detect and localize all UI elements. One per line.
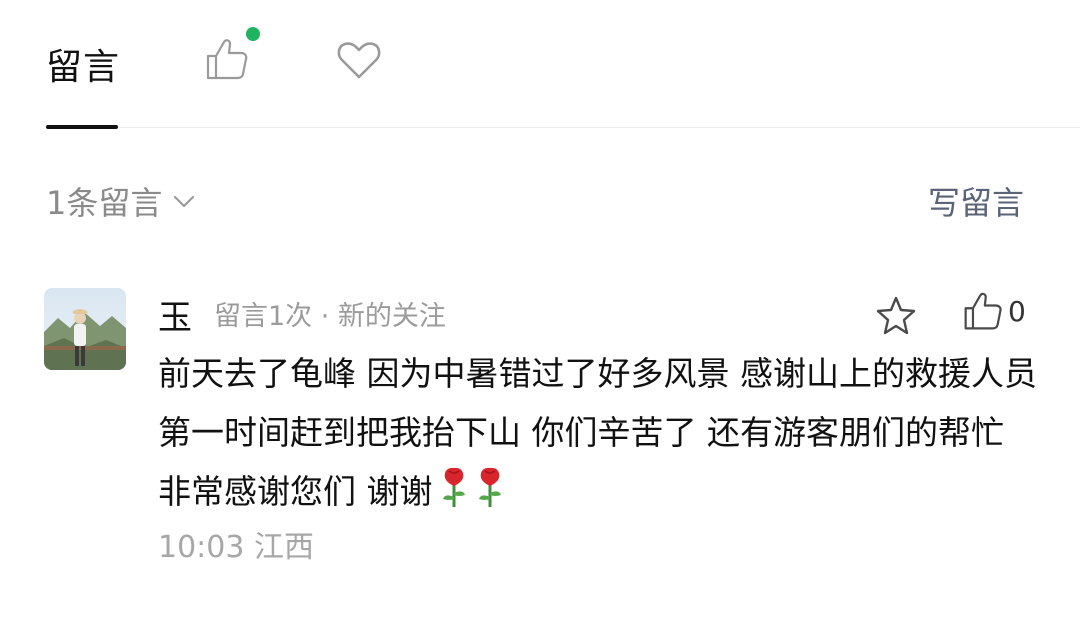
write-comment-button[interactable]: 写留言 (928, 178, 1024, 224)
tab-favorites[interactable] (336, 40, 382, 80)
divider (118, 127, 1080, 128)
like-count: 0 (1008, 294, 1026, 328)
star-button[interactable] (874, 294, 918, 338)
comment-count-label: 1条留言 (46, 184, 163, 222)
commenter-meta: 留言1次 · 新的关注 (214, 301, 446, 332)
time-location: 10:03 江西 (158, 530, 314, 565)
tab-comments[interactable]: 留言 (46, 38, 120, 90)
avatar[interactable] (44, 288, 126, 370)
star-icon (876, 296, 916, 335)
rose-emoji (442, 467, 465, 507)
comment-text-block: 前天去了龟峰 因为中暑错过了好多风景 感谢山上的救援人员第一时间赶到把我抬下山 … (158, 344, 1038, 521)
active-tab-indicator (46, 125, 118, 129)
comment-item: 玉 留言1次 · 新的关注 0 前天去了龟峰 因为中暑错过了好多风景 感谢山上的… (0, 280, 1080, 580)
tab-likes[interactable] (204, 27, 260, 82)
comment-text: 前天去了龟峰 因为中暑错过了好多风景 感谢山上的救援人员第一时间赶到把我抬下山 … (158, 354, 1037, 511)
commenter-name[interactable]: 玉 (158, 290, 192, 339)
avatar-image (44, 288, 126, 370)
notification-dot (246, 27, 260, 41)
thumbs-up-icon (206, 39, 248, 80)
tab-bar: 留言 (0, 0, 1080, 132)
comment-count-toggle[interactable]: 1条留言 (46, 178, 196, 224)
thumbs-up-icon (964, 292, 1002, 330)
chevron-down-icon (174, 195, 195, 208)
heart-icon (337, 42, 381, 79)
comment-like-button[interactable]: 0 (962, 290, 1026, 332)
rose-emoji (478, 467, 501, 507)
